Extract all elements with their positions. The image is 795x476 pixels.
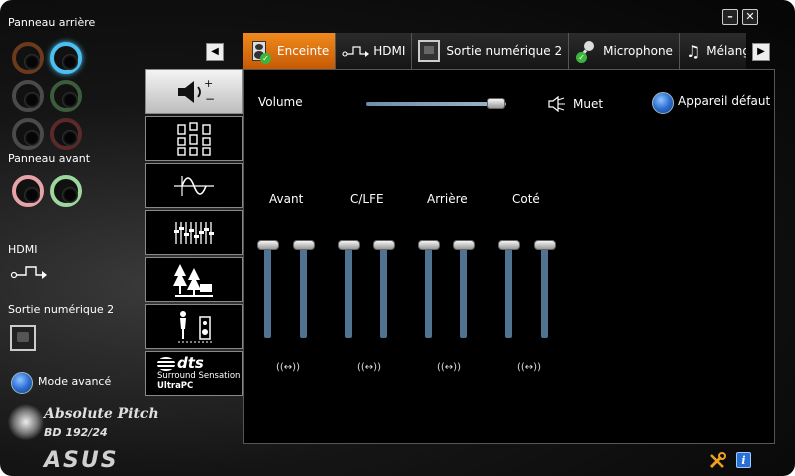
info-icon[interactable]: i bbox=[736, 452, 751, 468]
tab-digital-out-label: Sortie numérique 2 bbox=[446, 44, 563, 58]
tab-speaker-label: Enceinte bbox=[277, 44, 330, 58]
tab-scroll-right-button[interactable]: ▶ bbox=[752, 43, 770, 61]
front-right-slider-track[interactable] bbox=[300, 246, 307, 338]
rear-jack-black[interactable] bbox=[12, 118, 44, 150]
mute-speaker-icon[interactable] bbox=[546, 96, 566, 112]
tab-stereo-mix[interactable]: ♫ Mélange sté bbox=[679, 33, 746, 69]
equalizer-icon bbox=[174, 221, 214, 244]
dts-text: dts bbox=[177, 354, 204, 372]
rear-link-toggle[interactable]: ((↔)) bbox=[437, 362, 461, 373]
environment-icon bbox=[173, 263, 213, 297]
tab-microphone[interactable]: ✓ Microphone bbox=[569, 33, 680, 69]
environment-tool-button[interactable] bbox=[145, 257, 243, 302]
side-left-slider-knob[interactable] bbox=[498, 240, 520, 250]
mute-label: Muet bbox=[573, 97, 604, 111]
channel-label-rear: Arrière bbox=[427, 192, 468, 206]
lfe-slider-track[interactable] bbox=[380, 246, 387, 338]
rear-left-slider-track[interactable] bbox=[425, 246, 432, 338]
speaker-volume-icon: + − bbox=[178, 77, 214, 106]
room-correction-tool-button[interactable] bbox=[145, 304, 243, 349]
tools-icon[interactable] bbox=[708, 452, 726, 470]
side-left-slider-track[interactable] bbox=[505, 246, 512, 338]
audio-manager-window: – ✕ Panneau arrière Panneau avant HDMI S… bbox=[0, 0, 795, 476]
channel-label-front: Avant bbox=[269, 192, 304, 206]
tab-scroll-left-button[interactable]: ◀ bbox=[206, 43, 224, 61]
music-note-icon: ♫ bbox=[685, 41, 701, 61]
volume-slider-track[interactable] bbox=[366, 102, 506, 106]
tab-digital-out[interactable]: Sortie numérique 2 bbox=[412, 33, 570, 69]
front-jack-green[interactable] bbox=[50, 175, 82, 207]
clfe-link-toggle[interactable]: ((↔)) bbox=[357, 362, 381, 373]
dts-logo: dts bbox=[157, 356, 204, 371]
digital-out-label: Sortie numérique 2 bbox=[8, 303, 115, 316]
front-right-slider-knob[interactable] bbox=[293, 240, 315, 250]
speaker-icon: ✓ bbox=[249, 40, 271, 64]
dts-surround-text: Surround Sensation bbox=[157, 371, 241, 381]
tab-hdmi-label: HDMI bbox=[373, 44, 406, 58]
close-button[interactable]: ✕ bbox=[742, 9, 758, 25]
dts-ultrapc-text: UltraPC bbox=[157, 381, 194, 391]
side-right-slider-knob[interactable] bbox=[534, 240, 556, 250]
sound-effects-tool-button[interactable] bbox=[145, 163, 243, 208]
center-slider-track[interactable] bbox=[345, 246, 352, 338]
rear-panel-label: Panneau arrière bbox=[8, 16, 96, 29]
rear-jack-green[interactable] bbox=[50, 80, 82, 112]
rear-jack-orange[interactable] bbox=[12, 42, 44, 74]
channel-label-clfe: C/LFE bbox=[350, 192, 384, 206]
advanced-mode-radio[interactable] bbox=[11, 372, 33, 394]
rear-jack-red[interactable] bbox=[50, 118, 82, 150]
digital-out-icon[interactable] bbox=[10, 325, 36, 351]
dts-tool-button[interactable]: dts Surround Sensation UltraPC bbox=[145, 351, 243, 396]
tab-microphone-label: Microphone bbox=[603, 44, 673, 58]
channel-label-side: Coté bbox=[512, 192, 540, 206]
device-tabs: ✓ Enceinte HDMI Sortie numérique 2 ✓ Mic… bbox=[243, 33, 746, 69]
room-correction-icon bbox=[178, 310, 212, 342]
rear-right-slider-knob[interactable] bbox=[453, 240, 475, 250]
default-device-label: Appareil défaut bbox=[678, 94, 771, 108]
svg-text:+: + bbox=[204, 77, 213, 90]
bd-text: BD 192/24 bbox=[44, 426, 108, 439]
volume-slider-knob[interactable] bbox=[487, 98, 506, 109]
wave-icon bbox=[174, 175, 214, 196]
front-jack-pink[interactable] bbox=[12, 175, 44, 207]
svg-text:−: − bbox=[205, 92, 214, 106]
hdmi-icon[interactable] bbox=[10, 264, 50, 280]
rear-jack-gray[interactable] bbox=[12, 80, 44, 112]
hdmi-icon bbox=[342, 46, 370, 57]
volume-label: Volume bbox=[258, 95, 303, 109]
absolute-pitch-text: Absolute Pitch bbox=[44, 406, 159, 422]
lfe-slider-knob[interactable] bbox=[373, 240, 395, 250]
front-panel-label: Panneau avant bbox=[8, 152, 91, 165]
rear-right-slider-track[interactable] bbox=[460, 246, 467, 338]
rear-left-slider-knob[interactable] bbox=[418, 240, 440, 250]
tab-speaker[interactable]: ✓ Enceinte bbox=[243, 33, 337, 69]
digital-out-icon bbox=[418, 40, 441, 62]
rear-jack-blue[interactable] bbox=[50, 42, 82, 74]
default-device-button[interactable] bbox=[652, 92, 674, 114]
side-right-slider-track[interactable] bbox=[541, 246, 548, 338]
equalizer-tool-button[interactable] bbox=[145, 210, 243, 255]
advanced-mode-label: Mode avancé bbox=[38, 375, 112, 388]
front-left-slider-track[interactable] bbox=[264, 246, 271, 338]
speaker-config-tool-button[interactable] bbox=[145, 116, 243, 161]
volume-tool-button[interactable]: + − bbox=[145, 69, 243, 114]
tab-stereo-mix-label: Mélange sté bbox=[706, 44, 746, 58]
side-link-toggle[interactable]: ((↔)) bbox=[517, 362, 541, 373]
minimize-button[interactable]: – bbox=[722, 9, 738, 25]
asus-logo: ASUS bbox=[44, 448, 119, 473]
speaker-config-icon bbox=[177, 121, 211, 156]
absolute-pitch-logo: Absolute Pitch BD 192/24 bbox=[8, 400, 159, 444]
tab-hdmi[interactable]: HDMI bbox=[336, 33, 413, 69]
center-slider-knob[interactable] bbox=[338, 240, 360, 250]
front-link-toggle[interactable]: ((↔)) bbox=[276, 362, 300, 373]
speaker-settings-panel: Volume Muet Appareil défaut Avant C/LFE … bbox=[243, 69, 775, 444]
microphone-icon: ✓ bbox=[575, 40, 597, 63]
front-left-slider-knob[interactable] bbox=[257, 240, 279, 250]
hdmi-label: HDMI bbox=[8, 243, 38, 256]
